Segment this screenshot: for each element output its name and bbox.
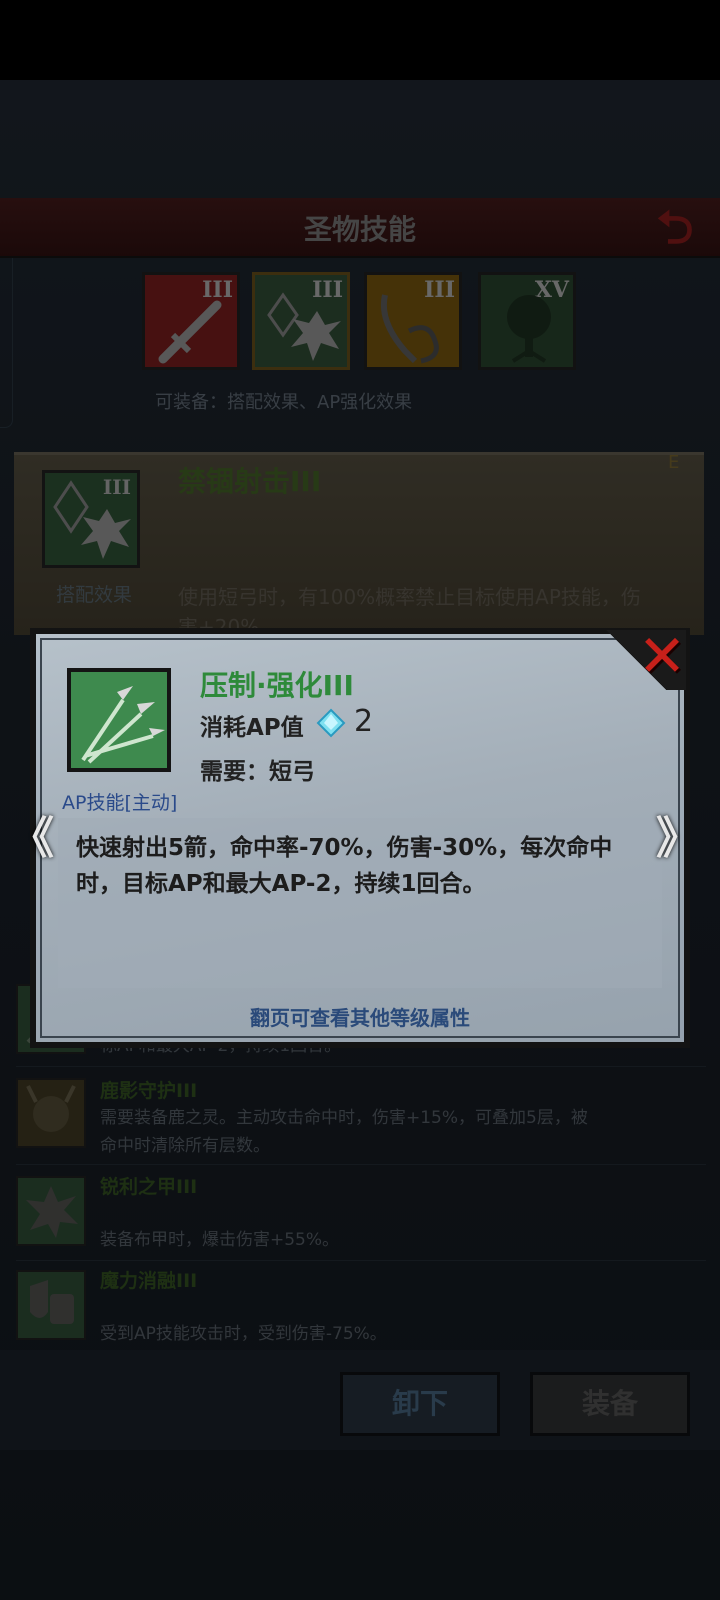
requirement: 需要：短弓 [200,759,315,785]
skill-description: 快速射出5箭，命中率-70%，伤害-30%，每次命中时，目标AP和最大AP-2，… [76,835,613,897]
skill-name: 压制·强化III [200,669,354,702]
skill-icon [67,668,171,772]
ap-cost-label: 消耗AP值 [200,715,304,741]
page-hint: 翻页可查看其他等级属性 [250,1006,470,1030]
diamond-gem-icon [316,708,346,738]
next-page-arrow[interactable]: 》 [656,816,700,866]
triple-arrow-icon [71,672,167,768]
close-icon[interactable]: ✕ [634,627,690,686]
skill-type-label: AP技能[主动] [62,792,178,814]
prev-page-arrow[interactable]: 《 [10,816,54,866]
ap-cost-value: 2 [354,704,374,739]
